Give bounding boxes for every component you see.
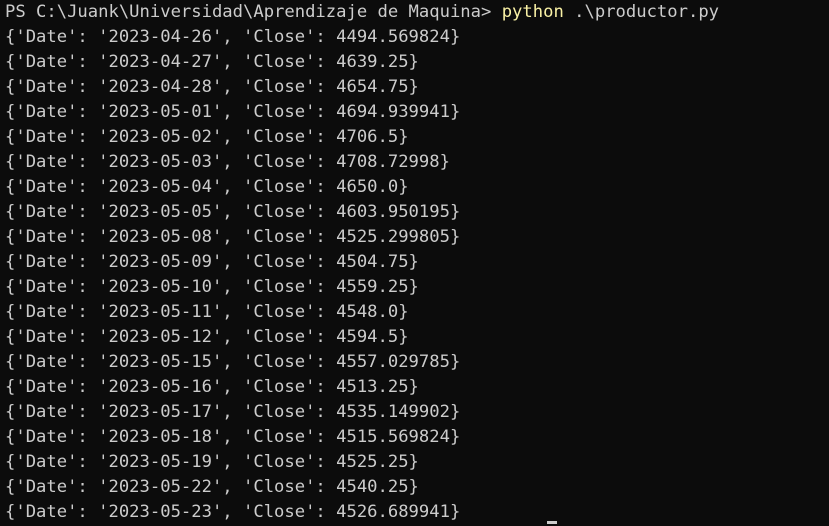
output-line: {'Date': '2023-05-11', 'Close': 4548.0} [5, 302, 409, 322]
output-line: {'Date': '2023-05-12', 'Close': 4594.5} [5, 327, 409, 347]
output-line: {'Date': '2023-05-10', 'Close': 4559.25} [5, 277, 419, 297]
command-prompt-line: PS C:\Juank\Universidad\Aprendizaje de M… [5, 0, 829, 25]
command-executable: python [501, 2, 564, 22]
output-line: {'Date': '2023-05-02', 'Close': 4706.5} [5, 127, 409, 147]
text-cursor [547, 521, 557, 524]
output-line: {'Date': '2023-05-01', 'Close': 4694.939… [5, 102, 461, 122]
output-line: {'Date': '2023-05-19', 'Close': 4525.25} [5, 452, 419, 472]
output-line: {'Date': '2023-04-28', 'Close': 4654.75} [5, 77, 419, 97]
output-line: {'Date': '2023-05-04', 'Close': 4650.0} [5, 177, 409, 197]
output-line: {'Date': '2023-05-18', 'Close': 4515.569… [5, 427, 461, 447]
output-line: {'Date': '2023-05-03', 'Close': 4708.729… [5, 152, 450, 172]
output-line: {'Date': '2023-05-09', 'Close': 4504.75} [5, 252, 419, 272]
output-line: {'Date': '2023-04-26', 'Close': 4494.569… [5, 27, 461, 47]
terminal-window[interactable]: PS C:\Juank\Universidad\Aprendizaje de M… [0, 0, 829, 526]
output-line: {'Date': '2023-05-16', 'Close': 4513.25} [5, 377, 419, 397]
output-line: {'Date': '2023-05-08', 'Close': 4525.299… [5, 227, 461, 247]
output-line: {'Date': '2023-04-27', 'Close': 4639.25} [5, 52, 419, 72]
prompt-path: PS C:\Juank\Universidad\Aprendizaje de M… [5, 2, 502, 22]
output-line: {'Date': '2023-05-05', 'Close': 4603.950… [5, 202, 461, 222]
output-line: {'Date': '2023-05-23', 'Close': 4526.689… [5, 502, 461, 522]
output-line: {'Date': '2023-05-15', 'Close': 4557.029… [5, 352, 461, 372]
output-line: {'Date': '2023-05-17', 'Close': 4535.149… [5, 402, 461, 422]
output-line: {'Date': '2023-05-22', 'Close': 4540.25} [5, 477, 419, 497]
command-arguments: .\productor.py [563, 2, 720, 22]
